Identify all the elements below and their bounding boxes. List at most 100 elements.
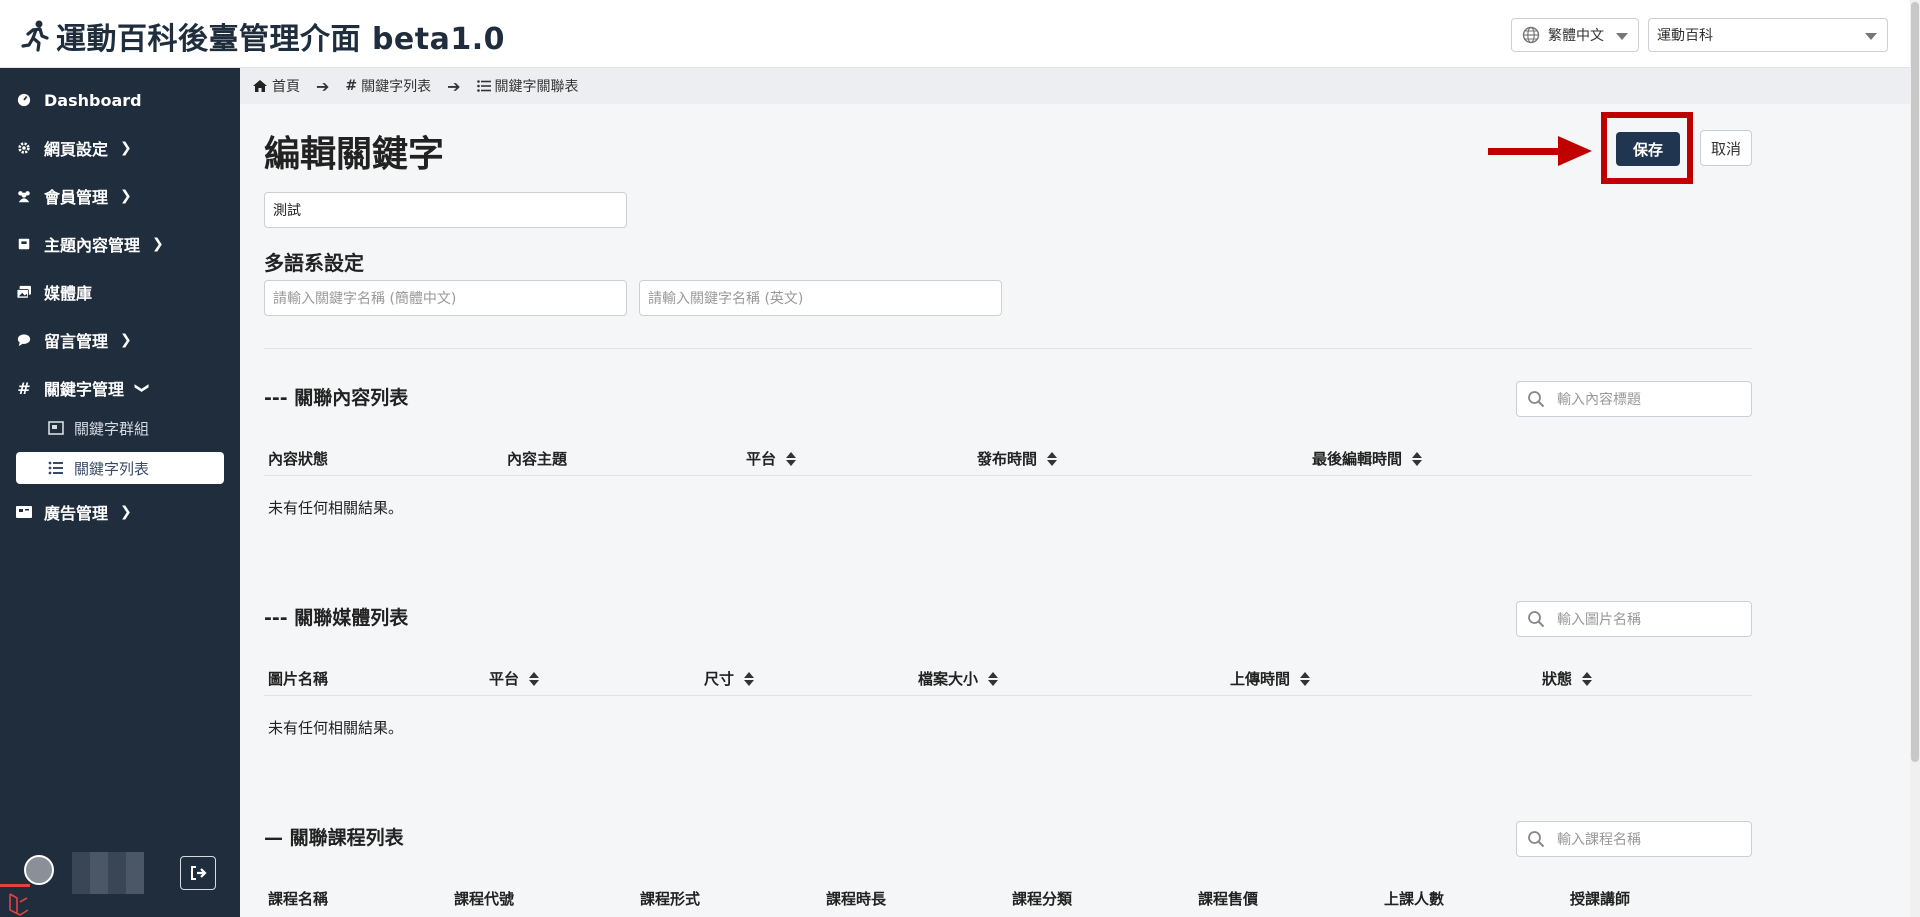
keyword-name-en-field[interactable]: 請輸入關鍵字名稱 (英文) [639,280,1002,316]
chevron-right-icon: ❯ [152,236,164,252]
language-select[interactable]: 繁體中文 [1511,18,1639,52]
chevron-right-icon: ❯ [120,504,132,520]
sort-icon[interactable] [1582,671,1593,686]
breadcrumb-current-label: 關鍵字關聯表 [494,79,579,95]
avatar[interactable] [24,855,54,885]
list-icon [476,80,491,92]
username-redacted [72,852,144,894]
site-select[interactable]: 運動百科 [1648,18,1888,52]
image-icon [48,421,64,435]
sidebar-item-label: 廣告管理 [44,504,109,523]
language-select-value: 繁體中文 [1548,28,1604,44]
sidebar-subitem-label: 關鍵字列表 [74,459,150,478]
sidebar-item-members[interactable]: 會員管理 ❯ [0,176,240,216]
column-header: 課程時長 [826,890,887,908]
chevron-down-icon: ❯ [133,382,150,394]
search-placeholder: 輸入圖片名稱 [1557,612,1641,628]
sidebar: Dashboard 網頁設定 ❯ 會員管理 ❯ 主題內容管理 ❯ 媒體庫 留言管… [0,68,240,917]
related-content-table-header: 內容狀態 內容主題 平台 發布時間 最後編輯時間 [264,440,1752,476]
course-search-input[interactable]: 輸入課程名稱 [1516,821,1752,857]
column-header: 課程名稱 [268,890,329,908]
breadcrumb-keyword-list[interactable]: # 關鍵字列表 [345,76,431,96]
media-search-input[interactable]: 輸入圖片名稱 [1516,601,1752,637]
sort-icon[interactable] [1300,671,1311,686]
home-icon [253,80,267,92]
sidebar-item-topic-content[interactable]: 主題內容管理 ❯ [0,224,240,264]
content-search-input[interactable]: 輸入內容標題 [1516,381,1752,417]
sort-icon[interactable] [988,671,999,686]
sidebar-subitem-keyword-list[interactable]: 關鍵字列表 [16,452,224,484]
breadcrumb: 首頁 ➔ # 關鍵字列表 ➔ 關鍵字關聯表 [240,68,1910,104]
keyword-name-field[interactable]: 測試 [264,192,627,228]
site-select-value: 運動百科 [1657,28,1713,44]
column-header-sortable[interactable]: 檔案大小 [918,668,999,689]
laravel-logo-icon [0,884,30,916]
sidebar-item-label: 會員管理 [44,188,109,207]
column-header-sortable[interactable]: 平台 [489,668,540,689]
scrollbar-thumb[interactable] [1911,2,1919,762]
sidebar-item-label: 媒體庫 [44,284,93,303]
hashtag-icon: # [17,378,31,398]
column-header: 課程代號 [454,890,515,908]
sidebar-item-comments[interactable]: 留言管理 ❯ [0,320,240,360]
gear-icon [16,140,32,156]
column-header: 課程分類 [1012,890,1073,908]
sidebar-item-web-settings[interactable]: 網頁設定 ❯ [0,128,240,168]
search-placeholder: 輸入課程名稱 [1557,832,1641,848]
search-icon [1528,391,1545,408]
search-icon [1528,611,1545,628]
breadcrumb-home[interactable]: 首頁 [252,76,300,96]
brand: 運動百科後臺管理介面 beta1.0 [20,14,505,58]
ad-icon [16,504,32,520]
column-header-sortable[interactable]: 最後編輯時間 [1312,448,1423,469]
chevron-right-icon: ❯ [120,332,132,348]
sign-out-icon [191,866,207,880]
column-header: 上課人數 [1384,890,1445,908]
search-icon [1528,831,1545,848]
dashboard-gauge-icon [16,92,32,108]
column-header-sortable[interactable]: 尺寸 [704,668,755,689]
sort-icon[interactable] [1047,451,1058,466]
related-media-title: --- 關聯媒體列表 [264,607,409,629]
chevron-down-icon [1616,33,1628,40]
column-header: 課程售價 [1198,890,1259,908]
top-header: 運動百科後臺管理介面 beta1.0 繁體中文 運動百科 [0,0,1910,68]
comment-icon [16,332,32,348]
list-icon [48,461,64,475]
column-header: 課程形式 [640,890,701,908]
sidebar-item-media-library[interactable]: 媒體庫 [0,272,240,312]
sidebar-item-label: 主題內容管理 [44,236,141,255]
sort-icon[interactable] [1412,451,1423,466]
column-header-sortable[interactable]: 狀態 [1542,668,1593,689]
column-header-sortable[interactable]: 發布時間 [977,448,1058,469]
chevron-right-icon: ❯ [120,140,132,156]
app-title: 運動百科後臺管理介面 beta1.0 [56,22,505,57]
running-person-icon [21,20,49,52]
images-icon [16,284,32,300]
breadcrumb-home-label: 首頁 [272,79,300,95]
sidebar-item-ads[interactable]: 廣告管理 ❯ [0,492,240,532]
sort-icon[interactable] [744,671,755,686]
multilang-settings-title: 多語系設定 [264,251,364,275]
sidebar-subitem-keyword-groups[interactable]: 關鍵字群組 [16,412,224,444]
column-header-sortable[interactable]: 平台 [746,448,797,469]
sort-icon[interactable] [529,671,540,686]
sidebar-item-label: Dashboard [44,90,142,110]
chevron-down-icon [1865,33,1877,40]
column-header-sortable[interactable]: 上傳時間 [1230,668,1311,689]
cancel-button[interactable]: 取消 [1700,130,1752,166]
sidebar-item-dashboard[interactable]: Dashboard [0,80,240,120]
sidebar-item-label: 網頁設定 [44,140,109,159]
logout-button[interactable] [180,856,216,890]
related-course-title: — 關聯課程列表 [264,827,404,849]
users-icon [16,188,32,204]
empty-result-message: 未有任何相關結果。 [268,719,404,737]
keyword-name-zh-cn-field[interactable]: 請輸入關鍵字名稱 (簡體中文) [264,280,627,316]
sort-icon[interactable] [786,451,797,466]
column-header: 授課講師 [1570,890,1631,908]
sidebar-item-label: 關鍵字管理 [44,380,125,399]
sidebar-item-keywords[interactable]: # 關鍵字管理 ❯ [0,368,240,408]
arrow-right-icon: ➔ [447,76,461,96]
divider [264,348,1752,349]
breadcrumb-list-label: 關鍵字列表 [361,79,432,95]
